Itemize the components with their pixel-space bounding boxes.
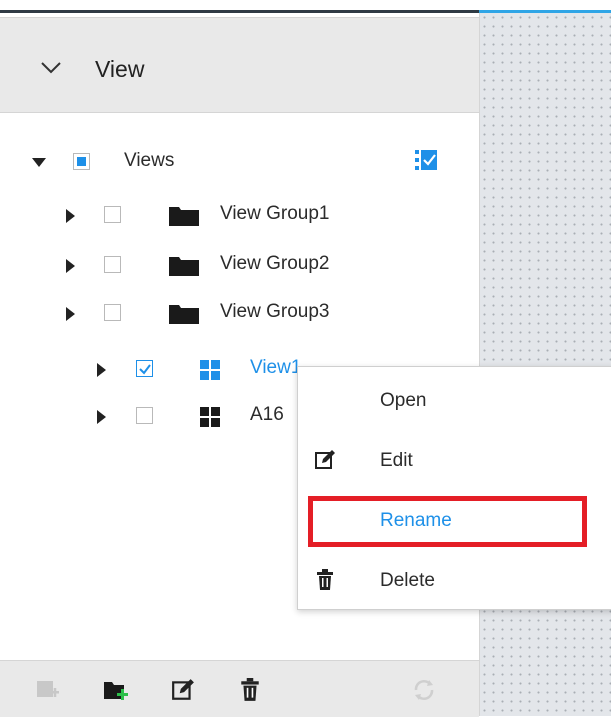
expand-right-icon[interactable]: [97, 410, 106, 424]
dotted-canvas: [480, 13, 611, 716]
expand-right-icon[interactable]: [66, 209, 75, 223]
item-checkbox[interactable]: [104, 256, 121, 273]
panel-header[interactable]: View: [0, 17, 479, 113]
edit-icon: [315, 450, 335, 469]
menu-item-open[interactable]: Open: [298, 373, 611, 429]
add-view-icon[interactable]: [36, 678, 60, 702]
edit-icon[interactable]: [171, 678, 195, 702]
item-checkbox[interactable]: [104, 206, 121, 223]
view-grid-icon: [200, 360, 220, 380]
tree-root-label: Views: [124, 150, 175, 171]
tree-item-label: View Group1: [220, 203, 330, 224]
expand-right-icon[interactable]: [66, 307, 75, 321]
panel-title: View: [95, 56, 145, 82]
tree-item-label: View Group2: [220, 253, 330, 274]
select-all-icon[interactable]: [415, 150, 437, 170]
expand-right-icon[interactable]: [97, 363, 106, 377]
root-checkbox[interactable]: [73, 153, 90, 170]
item-checkbox[interactable]: [136, 407, 153, 424]
menu-item-label: Delete: [380, 570, 435, 591]
expand-down-icon[interactable]: [32, 158, 46, 167]
folder-icon: [169, 305, 199, 324]
trash-icon: [317, 569, 333, 590]
context-menu: Open Edit Rename Delete: [297, 366, 611, 610]
menu-item-label: Edit: [380, 450, 413, 471]
bottom-toolbar: [0, 660, 479, 717]
chevron-down-icon[interactable]: [38, 54, 64, 80]
tree-item-label: View Group3: [220, 301, 330, 322]
menu-item-edit[interactable]: Edit: [298, 433, 611, 489]
rename-highlight-box: [308, 496, 587, 547]
folder-icon: [169, 257, 199, 276]
refresh-icon[interactable]: [412, 678, 436, 702]
trash-icon[interactable]: [238, 678, 262, 702]
item-checkbox-checked[interactable]: [136, 360, 153, 377]
view-panel: View: [0, 13, 480, 716]
menu-item-delete[interactable]: Delete: [298, 553, 611, 609]
expand-right-icon[interactable]: [66, 259, 75, 273]
item-checkbox[interactable]: [104, 304, 121, 321]
view-grid-icon: [200, 407, 220, 427]
add-folder-icon[interactable]: [104, 678, 128, 702]
folder-icon: [169, 207, 199, 226]
tree-item-label: View1: [250, 357, 302, 378]
tree-item-label: A16: [250, 404, 284, 425]
menu-item-label: Open: [380, 390, 427, 411]
